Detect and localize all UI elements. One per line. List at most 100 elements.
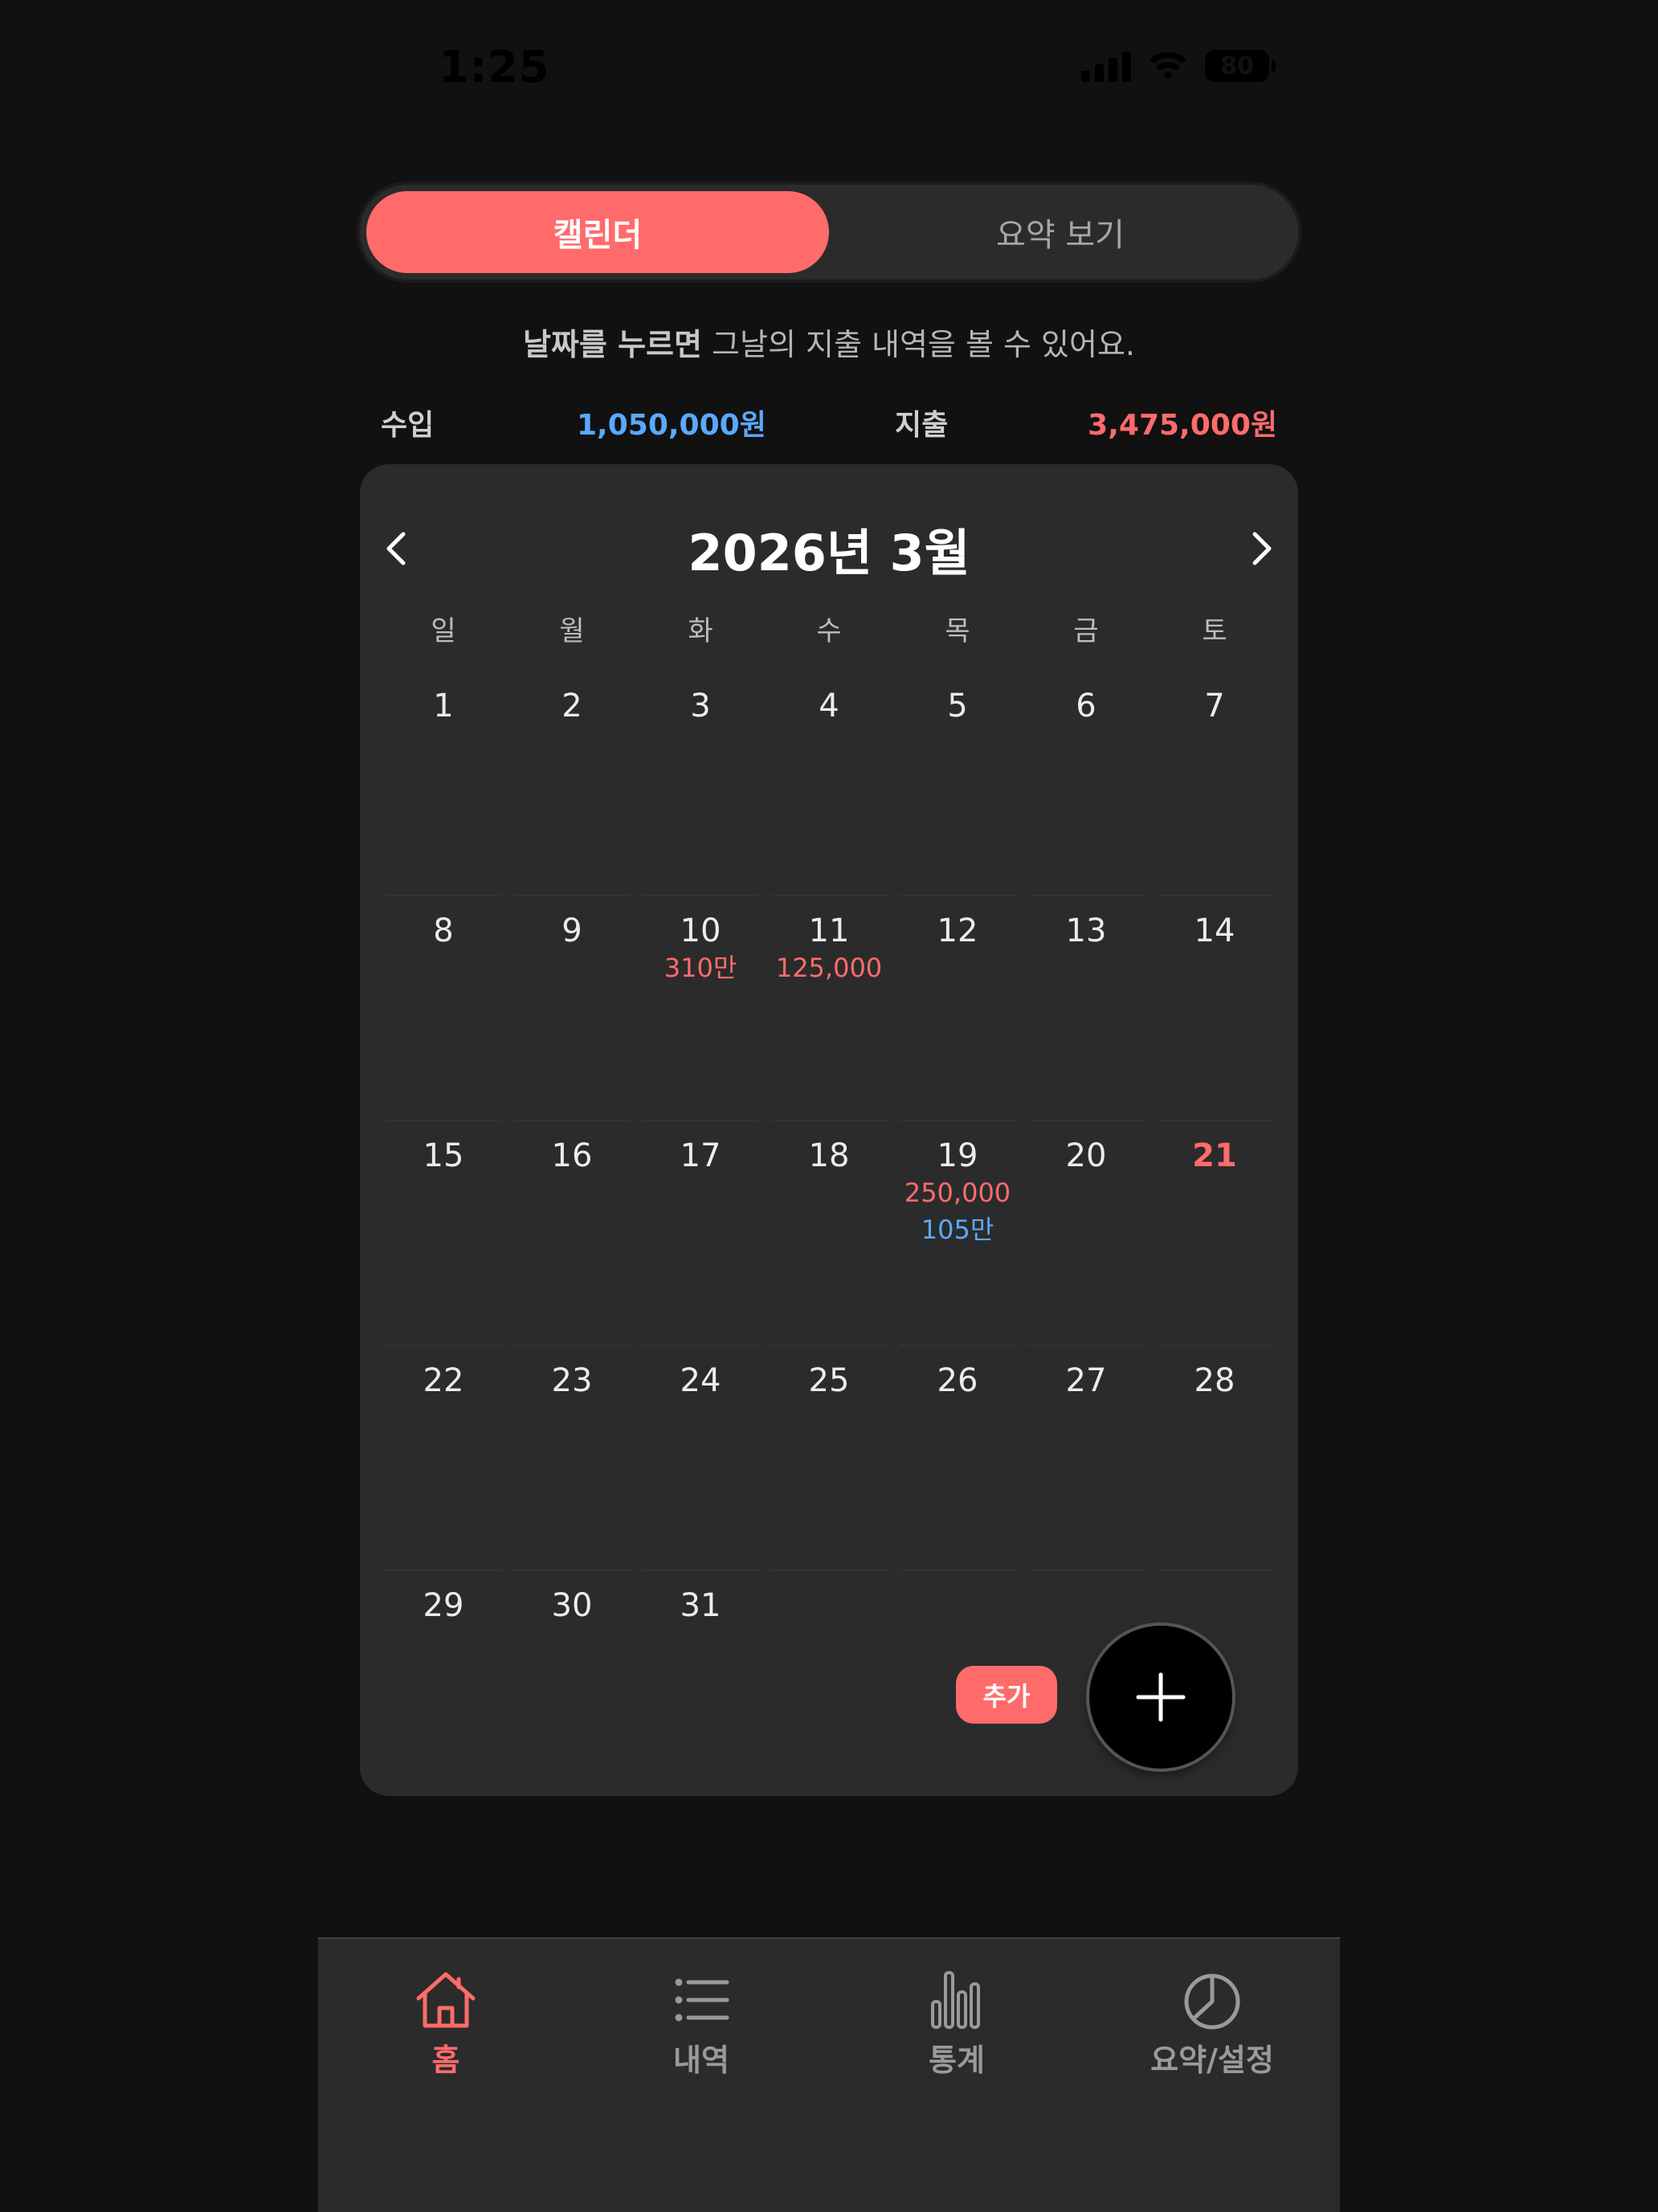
day-number: 3 xyxy=(690,688,711,724)
weekday-label: 토 xyxy=(1202,615,1227,647)
day-number: 16 xyxy=(551,1137,593,1174)
calendar-day[interactable]: 1 xyxy=(386,671,501,896)
calendar-day[interactable]: 12 xyxy=(900,896,1015,1121)
day-number: 2 xyxy=(562,688,582,724)
calendar-day[interactable]: 3 xyxy=(643,671,758,896)
calendar-day[interactable]: 27 xyxy=(1028,1346,1144,1571)
day-number: 11 xyxy=(808,912,850,949)
weekday-label: 월 xyxy=(559,615,585,647)
day-number: 22 xyxy=(423,1362,464,1399)
calendar-day[interactable]: 15 xyxy=(386,1121,501,1346)
nav-history-label: 내역 xyxy=(673,2043,729,2078)
status-time: 1:25 xyxy=(439,42,550,92)
chevron-right-icon xyxy=(1252,532,1272,565)
day-number: 25 xyxy=(808,1362,850,1399)
calendar-day[interactable]: 16 xyxy=(514,1121,630,1346)
day-number: 5 xyxy=(947,688,968,724)
calendar-day[interactable]: 6 xyxy=(1028,671,1144,896)
day-number: 27 xyxy=(1065,1362,1107,1399)
calendar-day[interactable]: 10 310만 xyxy=(643,896,758,1121)
nav-stats[interactable]: 통계 xyxy=(829,1969,1084,2079)
day-number: 8 xyxy=(433,912,454,949)
day-number: 26 xyxy=(937,1362,978,1399)
calendar-day[interactable]: 24 xyxy=(643,1346,758,1571)
income-value: 1,050,000원 xyxy=(577,409,766,442)
plus-icon xyxy=(1136,1672,1186,1722)
calendar-day[interactable]: 25 xyxy=(771,1346,887,1571)
nav-history[interactable]: 내역 xyxy=(574,1969,829,2079)
home-icon xyxy=(416,1972,476,2028)
day-number: 30 xyxy=(551,1587,593,1624)
next-month-button[interactable] xyxy=(1234,512,1290,585)
day-number: 6 xyxy=(1076,688,1096,724)
calendar-day[interactable]: 13 xyxy=(1028,896,1144,1121)
weekday-label: 금 xyxy=(1073,615,1099,647)
calendar-day[interactable]: 9 xyxy=(514,896,630,1121)
calendar-day[interactable]: 2 xyxy=(514,671,630,896)
calendar-day[interactable]: 17 xyxy=(643,1121,758,1346)
day-number: 23 xyxy=(551,1362,593,1399)
day-number: 1 xyxy=(433,688,454,724)
weekday-label: 일 xyxy=(431,615,456,647)
signal-icon xyxy=(1081,50,1131,82)
calendar-card: 2026년 3월 일월화수목금토 1 2 3 4 5 6 7 8 9 10 310만 11 125,00… xyxy=(360,464,1298,1796)
day-number: 12 xyxy=(937,912,978,949)
nav-home[interactable]: 홈 xyxy=(318,1969,574,2079)
day-number: 19 xyxy=(937,1137,978,1174)
tab-calendar[interactable]: 캘린더 xyxy=(366,191,829,273)
day-expense-amount: 125,000 xyxy=(775,953,883,983)
calendar-day[interactable]: 7 xyxy=(1157,671,1272,896)
hint-bold: 날짜를 누르면 xyxy=(522,327,702,362)
calendar-day[interactable]: 26 xyxy=(900,1346,1015,1571)
calendar-day[interactable]: 31 xyxy=(643,1571,758,1796)
day-number: 21 xyxy=(1192,1137,1237,1174)
day-number: 20 xyxy=(1065,1137,1107,1174)
nav-stats-label: 통계 xyxy=(929,2043,985,2078)
nav-summary-settings-label: 요약/설정 xyxy=(1150,2043,1274,2078)
day-income-amount: 105만 xyxy=(921,1214,994,1245)
day-number: 13 xyxy=(1065,912,1107,949)
calendar-day[interactable]: 30 xyxy=(514,1571,630,1796)
calendar-day[interactable]: 11 125,000 xyxy=(771,896,887,1121)
day-expense-amount: 310만 xyxy=(664,953,737,983)
hint-text: 날짜를 누르면 그날의 지출 내역을 볼 수 있어요. xyxy=(318,320,1340,364)
add-transaction-button[interactable] xyxy=(1089,1626,1232,1769)
calendar-day[interactable]: 19 250,000 105만 xyxy=(900,1121,1015,1346)
calendar-day[interactable]: 28 xyxy=(1157,1346,1272,1571)
day-number: 29 xyxy=(423,1587,464,1624)
day-number: 14 xyxy=(1194,912,1235,949)
calendar-day[interactable]: 29 xyxy=(386,1571,501,1796)
calendar-day[interactable]: 5 xyxy=(900,671,1015,896)
day-number: 31 xyxy=(680,1587,721,1624)
bottom-navigation: 홈 내역 통계 요약/설정 xyxy=(318,1937,1340,2212)
monthly-totals: 수입 1,050,000원 지출 3,475,000원 xyxy=(318,402,1340,450)
calendar-day[interactable]: 23 xyxy=(514,1346,630,1571)
calendar-day[interactable]: 21 xyxy=(1157,1121,1272,1346)
nav-summary-settings[interactable]: 요약/설정 xyxy=(1084,1969,1340,2079)
weekday-label: 화 xyxy=(688,615,713,647)
add-label-chip[interactable]: 추가 xyxy=(956,1666,1057,1724)
hint-rest: 그날의 지출 내역을 볼 수 있어요. xyxy=(701,327,1136,362)
day-number: 15 xyxy=(423,1137,464,1174)
day-number: 24 xyxy=(680,1362,721,1399)
month-title: 2026년 3월 xyxy=(688,524,970,582)
list-icon xyxy=(675,1978,729,2022)
calendar-day[interactable]: 4 xyxy=(771,671,887,896)
calendar-day[interactable]: 14 xyxy=(1157,896,1272,1121)
day-number: 17 xyxy=(680,1137,721,1174)
calendar-day[interactable]: 20 xyxy=(1028,1121,1144,1346)
tab-summary[interactable]: 요약 보기 xyxy=(829,191,1292,273)
weekday-label: 목 xyxy=(945,615,970,647)
battery-icon: 80 xyxy=(1205,50,1276,82)
day-number: 18 xyxy=(808,1137,850,1174)
view-segmented-control: 캘린더 요약 보기 xyxy=(360,185,1298,280)
calendar-day[interactable]: 18 xyxy=(771,1121,887,1346)
expense-label: 지출 xyxy=(895,409,949,442)
day-number: 9 xyxy=(562,912,582,949)
calendar-day[interactable]: 8 xyxy=(386,896,501,1121)
calendar-day[interactable]: 22 xyxy=(386,1346,501,1571)
day-expense-amount: 250,000 xyxy=(904,1177,1011,1208)
bar-chart-icon xyxy=(931,1971,980,2029)
income-label: 수입 xyxy=(381,409,435,442)
day-number: 4 xyxy=(819,688,839,724)
